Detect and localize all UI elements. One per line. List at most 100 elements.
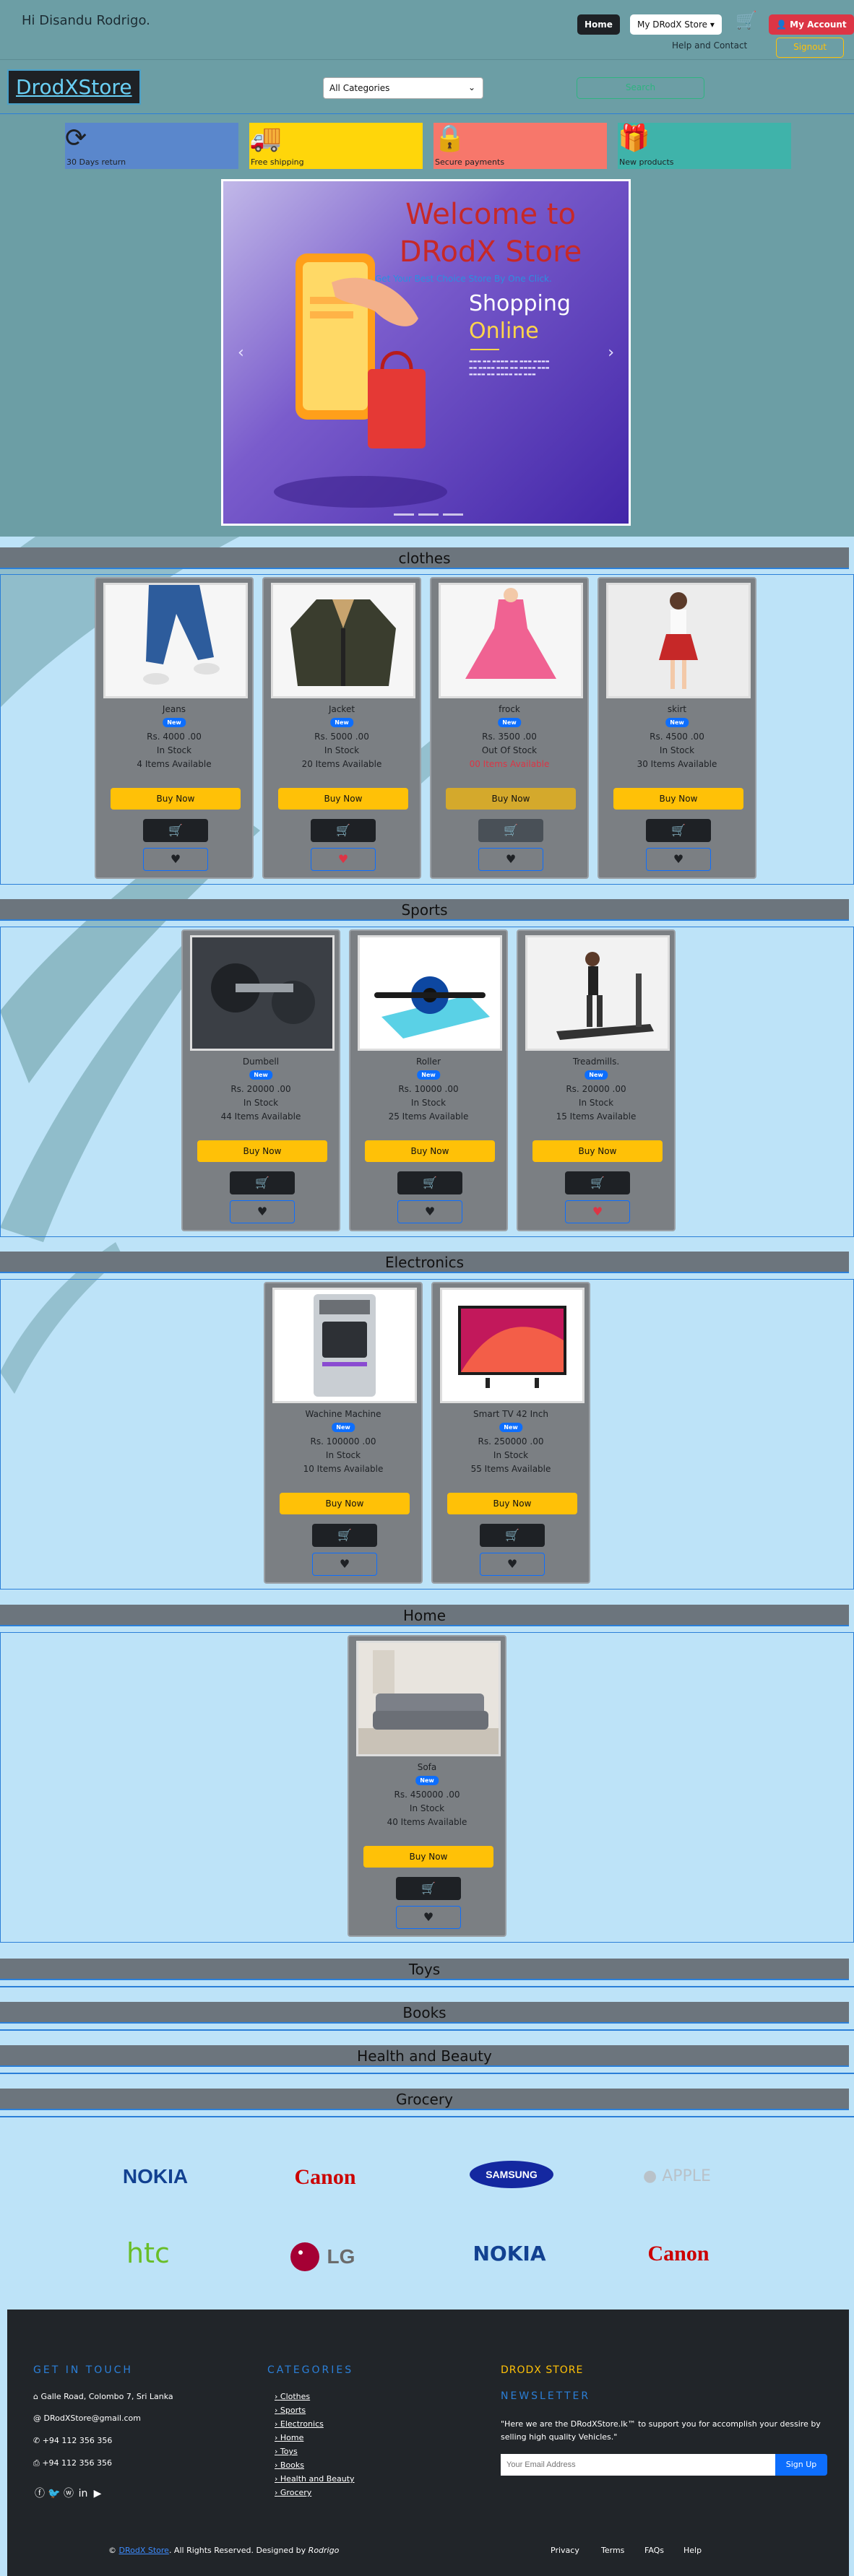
printer-icon: ⎙ [33, 2458, 40, 2468]
product-price: Rs. 20000 .00 [566, 1084, 626, 1094]
footer-category-link[interactable]: › Sports [275, 2406, 306, 2415]
add-to-wishlist-button[interactable]: ♥ [397, 1200, 462, 1223]
feature-label: Secure payments [435, 157, 505, 167]
product-image-dumbell[interactable] [190, 935, 335, 1051]
buy-now-button[interactable]: Buy Now [446, 788, 576, 810]
footer-category-link[interactable]: › Home [275, 2433, 303, 2442]
footer-category-link[interactable]: › Grocery [275, 2488, 311, 2497]
buy-now-button[interactable]: Buy Now [613, 788, 743, 810]
product-image-sofa[interactable] [356, 1641, 501, 1756]
section-grocery [0, 2116, 854, 2117]
category-select-value: All Categories [329, 83, 390, 93]
add-to-cart-button[interactable]: 🛒 [230, 1171, 295, 1194]
buy-now-button[interactable]: Buy Now [365, 1140, 495, 1162]
product-image-skirt[interactable] [606, 583, 751, 698]
facebook-icon[interactable]: ⓕ [33, 2487, 46, 2500]
footer-link-privacy[interactable]: Privacy [551, 2546, 579, 2555]
buy-now-button[interactable]: Buy Now [197, 1140, 327, 1162]
category-label: Books [280, 2460, 305, 2470]
footer-category-link[interactable]: › Toys [275, 2447, 298, 2456]
heart-icon: ♥ [505, 852, 517, 866]
product-image-smart-tv[interactable] [440, 1288, 585, 1403]
add-to-wishlist-button[interactable]: ♥ [646, 848, 711, 871]
add-to-wishlist-button[interactable]: ♥ [396, 1906, 461, 1929]
add-to-wishlist-button[interactable]: ♥ [143, 848, 208, 871]
footer-tagline: "Here we are the DRodXStore.lk™ to suppo… [501, 2419, 821, 2442]
help-contact-link[interactable]: Help and Contact [672, 40, 747, 51]
category-label: Clothes [280, 2392, 311, 2401]
carousel-indicator-2[interactable] [418, 513, 439, 516]
footer-category-link[interactable]: › Books [275, 2460, 304, 2470]
footer-category-link[interactable]: › Electronics [275, 2419, 324, 2429]
youtube-icon[interactable]: ▶ [91, 2487, 104, 2500]
add-to-cart-button[interactable]: 🛒 [143, 819, 208, 842]
product-card: Smart TV 42 Inch New Rs. 250000 .00 In S… [431, 1282, 590, 1584]
buy-now-button[interactable]: Buy Now [280, 1493, 410, 1514]
whatsapp-icon[interactable]: ⓦ [62, 2487, 75, 2500]
buy-now-button[interactable]: Buy Now [447, 1493, 577, 1514]
new-badge: New [417, 1070, 440, 1080]
product-name: Smart TV 42 Inch [473, 1409, 548, 1419]
add-to-cart-button[interactable]: 🛒 [312, 1524, 377, 1547]
copyright-store-link[interactable]: DRodX Store [119, 2546, 169, 2555]
product-image-frock[interactable] [439, 583, 583, 698]
chevron-right-icon: › [275, 2474, 278, 2484]
product-image-washing-machine[interactable] [272, 1288, 417, 1403]
search-button[interactable]: Search [577, 77, 704, 99]
hero-carousel[interactable]: Welcome to DRodX Store Get Your Best Cho… [221, 179, 631, 526]
section-clothes: Jeans New Rs. 4000 .00 In Stock 4 Items … [0, 574, 854, 885]
my-account-button[interactable]: 👤 My Account [769, 14, 854, 35]
store-menu-dropdown[interactable]: My DRodX Store ▾ [630, 14, 722, 35]
twitter-icon[interactable]: 🐦 [48, 2487, 61, 2500]
cart-icon[interactable]: 🛒 [736, 10, 757, 30]
truck-icon: 🚚 [249, 123, 282, 153]
buy-now-button[interactable]: Buy Now [363, 1846, 493, 1868]
add-to-wishlist-button[interactable]: ♥ [230, 1200, 295, 1223]
product-image-jacket[interactable] [271, 583, 415, 698]
product-image-treadmill[interactable] [525, 935, 670, 1051]
category-select[interactable]: All Categories ⌄ [323, 77, 483, 99]
newsletter-email-input[interactable] [501, 2454, 775, 2476]
home-button[interactable]: Home [577, 14, 620, 35]
carousel-indicator-1[interactable] [394, 513, 414, 516]
newsletter-signup-button[interactable]: Sign Up [775, 2454, 827, 2476]
add-to-wishlist-button[interactable]: ♥ [565, 1200, 630, 1223]
section-electronics: Wachine Machine New Rs. 100000 .00 In St… [0, 1279, 854, 1590]
cart-icon: 🛒 [255, 1176, 269, 1189]
add-to-cart-button[interactable]: 🛒 [565, 1171, 630, 1194]
add-to-cart-button[interactable]: 🛒 [646, 819, 711, 842]
stock-status: In Stock [156, 745, 192, 755]
product-image-roller[interactable] [358, 935, 502, 1051]
product-price: Rs. 4000 .00 [147, 732, 202, 742]
linkedin-icon[interactable]: in [77, 2487, 90, 2500]
buy-now-button[interactable]: Buy Now [532, 1140, 663, 1162]
stock-status: In Stock [324, 745, 360, 755]
product-image-jeans[interactable] [103, 583, 248, 698]
add-to-cart-button[interactable]: 🛒 [311, 819, 376, 842]
store-logo[interactable]: DrodXStore [7, 69, 141, 105]
apple-icon: ● [643, 2167, 657, 2185]
footer-category-link[interactable]: › Health and Beauty [275, 2474, 355, 2484]
footer-link-terms[interactable]: Terms [601, 2546, 624, 2555]
add-to-cart-button[interactable]: 🛒 [397, 1171, 462, 1194]
add-to-cart-button[interactable]: 🛒 [480, 1524, 545, 1547]
carousel-next-icon[interactable]: › [608, 344, 614, 362]
user-icon: 👤 [776, 19, 787, 30]
stock-status: In Stock [410, 1098, 447, 1108]
footer-link-help[interactable]: Help [683, 2546, 702, 2555]
footer-link-faqs[interactable]: FAQs [644, 2546, 664, 2555]
carousel-prev-icon[interactable]: ‹ [238, 344, 244, 362]
add-to-wishlist-button[interactable]: ♥ [480, 1553, 545, 1576]
add-to-wishlist-button[interactable]: ♥ [478, 848, 543, 871]
add-to-wishlist-button[interactable]: ♥ [312, 1553, 377, 1576]
footer-phone-1: ✆ +94 112 356 356 [33, 2436, 112, 2445]
buy-now-button[interactable]: Buy Now [111, 788, 241, 810]
add-to-cart-button[interactable]: 🛒 [396, 1877, 461, 1900]
add-to-cart-button[interactable]: 🛒 [478, 819, 543, 842]
new-badge: New [332, 1423, 355, 1432]
carousel-indicator-3[interactable] [443, 513, 463, 516]
footer-category-link[interactable]: › Clothes [275, 2392, 310, 2401]
buy-now-button[interactable]: Buy Now [278, 788, 408, 810]
add-to-wishlist-button[interactable]: ♥ [311, 848, 376, 871]
signout-button[interactable]: Signout [776, 38, 844, 58]
